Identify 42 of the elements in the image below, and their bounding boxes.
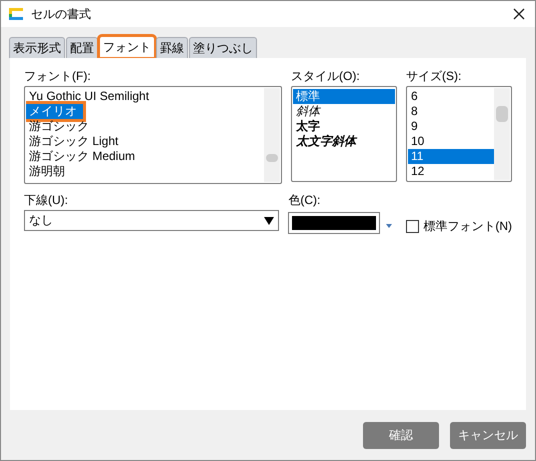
size-list-item[interactable]: 6 — [408, 89, 494, 104]
tab[interactable]: 表示形式 — [9, 37, 65, 58]
style-list-item[interactable]: 標準 — [293, 89, 395, 104]
font-label: フォント(F): — [24, 68, 92, 85]
font-list[interactable]: Yu Gothic UI Semilight メイリオ 游ゴシック 游ゴシック Light 游ゴシック Medium 游明朝 — [24, 86, 282, 184]
app-logo-icon — [7, 6, 25, 22]
size-list-item[interactable]: 8 — [408, 104, 494, 119]
dropdown-arrow-icon[interactable] — [386, 224, 392, 228]
close-icon[interactable] — [513, 8, 525, 20]
font-list-item[interactable]: 游ゴシック Medium — [26, 149, 264, 164]
size-label: サイズ(S): — [406, 68, 462, 85]
style-label: スタイル(O): — [291, 68, 361, 85]
style-list-item[interactable]: 太字 — [293, 119, 395, 134]
color-label: 色(C): — [288, 192, 322, 209]
dropdown-arrow-icon — [264, 216, 274, 224]
tab[interactable]: 配置 — [66, 37, 98, 58]
font-list-item[interactable]: 游ゴシック — [26, 119, 264, 134]
color-picker[interactable] — [288, 212, 380, 234]
tab[interactable]: フォント — [99, 36, 155, 58]
size-list-item[interactable]: 12 — [408, 164, 494, 179]
cancel-button[interactable]: キャンセル — [450, 422, 526, 448]
font-list-item[interactable]: 游明朝 — [26, 164, 264, 179]
font-list-item[interactable]: Yu Gothic UI Semilight — [26, 89, 264, 104]
style-list[interactable]: 標準 斜体 太字 太文字斜体 — [291, 86, 397, 182]
tab[interactable]: 塗りつぶし — [189, 37, 257, 58]
size-list-item[interactable]: 11 — [408, 149, 494, 164]
style-list-item[interactable]: 太文字斜体 — [293, 134, 395, 149]
window-title: セルの書式 — [31, 6, 92, 22]
underline-label: 下線(U): — [24, 192, 69, 209]
default-font-label: 標準フォント(N) — [423, 218, 512, 235]
size-list-item[interactable]: 9 — [408, 119, 494, 134]
tab[interactable]: 罫線 — [156, 37, 188, 58]
font-list-item[interactable]: 游ゴシック Light — [26, 134, 264, 149]
scrollbar[interactable] — [494, 88, 510, 180]
checkbox[interactable] — [406, 220, 420, 233]
underline-dropdown[interactable]: なし — [24, 210, 280, 231]
font-list-item[interactable]: メイリオ — [26, 104, 83, 119]
style-list-item[interactable]: 斜体 — [293, 104, 395, 119]
size-list-item[interactable]: 10 — [408, 134, 494, 149]
size-list[interactable]: 6 8 9 10 11 12 — [406, 86, 512, 182]
scrollbar[interactable] — [264, 88, 280, 182]
confirm-button[interactable]: 確認 — [363, 422, 439, 448]
